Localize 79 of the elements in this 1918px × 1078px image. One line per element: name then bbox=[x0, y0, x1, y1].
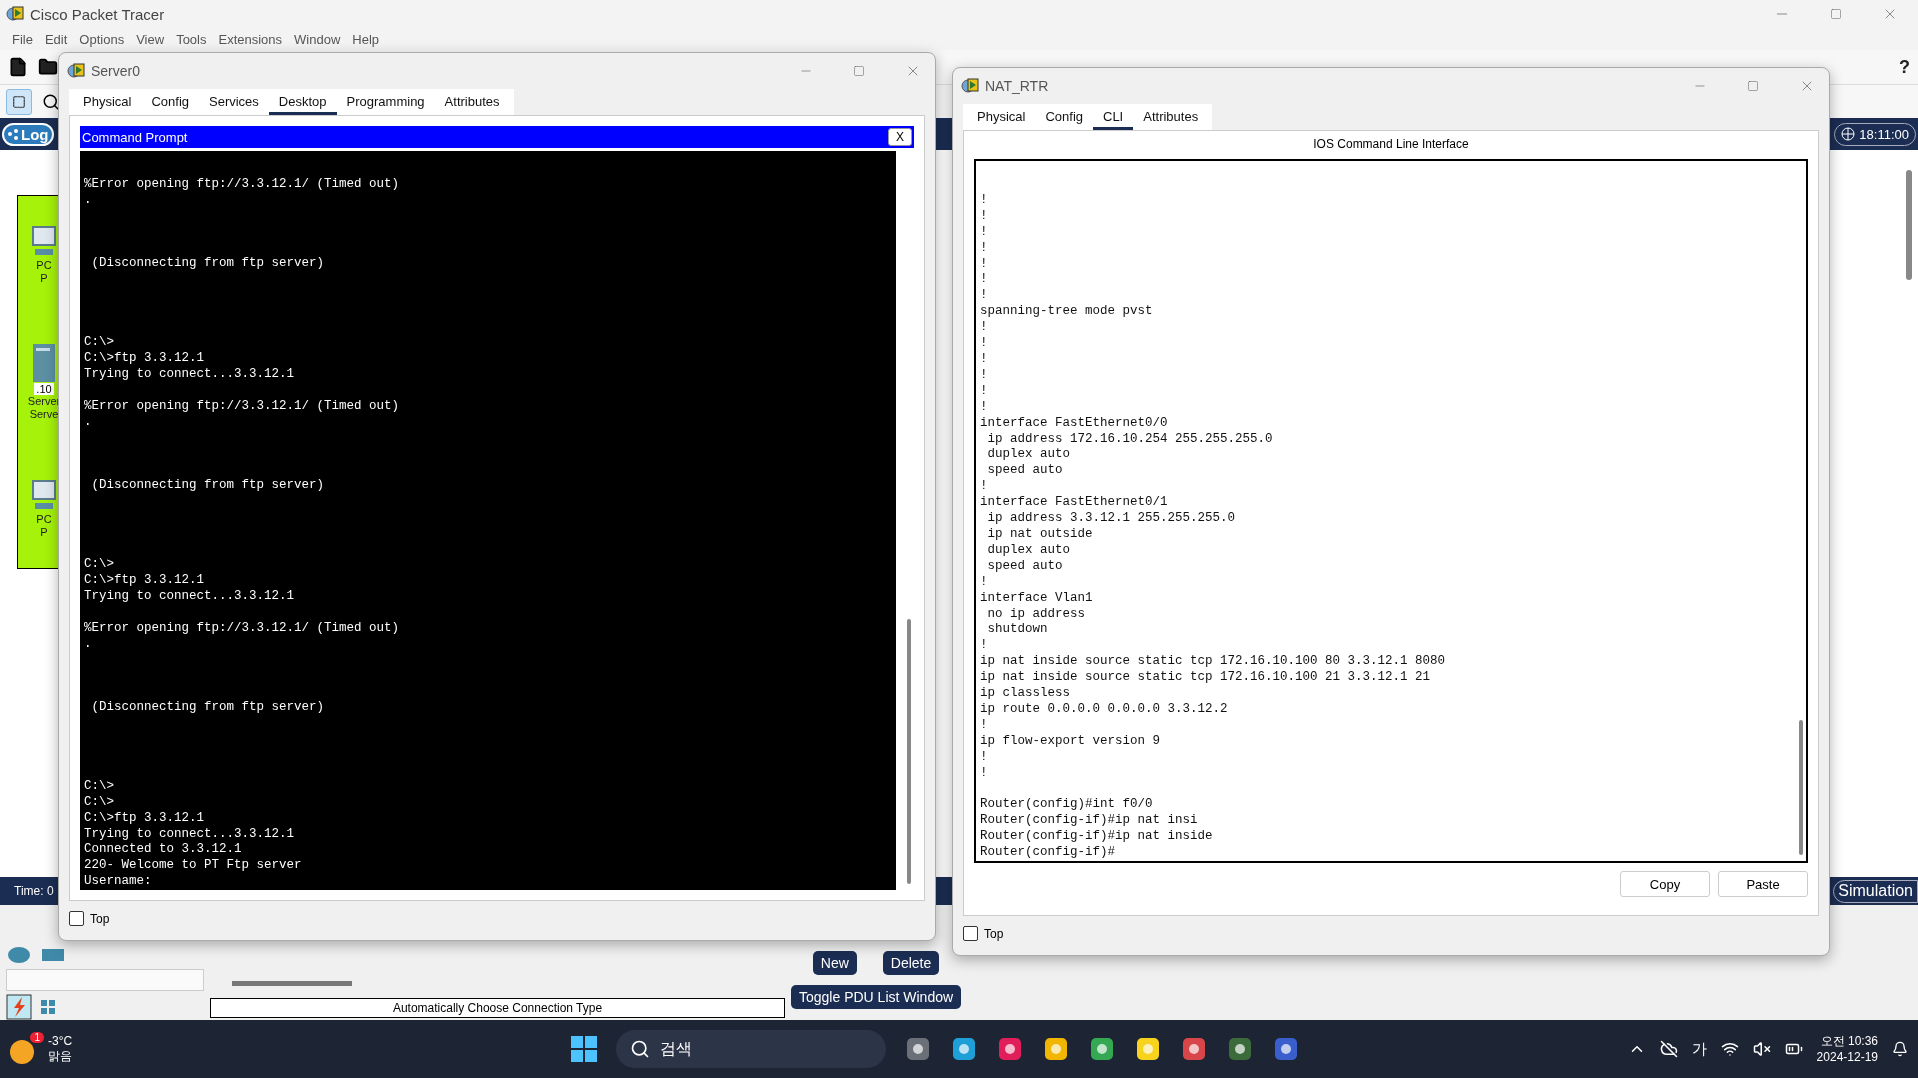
device-label: P bbox=[40, 526, 48, 539]
app-logo-icon bbox=[961, 77, 979, 95]
lightning-icon[interactable] bbox=[6, 994, 32, 1020]
input-method-indicator[interactable]: 가 bbox=[1691, 1039, 1707, 1059]
window-title: NAT_RTR bbox=[985, 78, 1049, 94]
muted-speaker-icon[interactable] bbox=[1752, 1040, 1771, 1058]
notification-bell-icon[interactable] bbox=[1892, 1041, 1908, 1057]
device-label: Server bbox=[27, 395, 61, 408]
toggle-pdu-button[interactable]: Toggle PDU List Window bbox=[791, 985, 962, 1009]
open-folder-icon[interactable] bbox=[38, 57, 58, 77]
select-tool-button[interactable] bbox=[6, 88, 32, 115]
menu-item[interactable]: File bbox=[6, 31, 39, 47]
help-button[interactable]: ? bbox=[1899, 56, 1910, 78]
app-icon[interactable] bbox=[1272, 1035, 1300, 1063]
search-icon bbox=[630, 1039, 650, 1059]
checkbox-label: Top bbox=[984, 926, 1004, 941]
window-title: Server0 bbox=[91, 63, 141, 79]
paste-button[interactable]: Paste bbox=[1718, 871, 1808, 897]
tab[interactable]: Physical bbox=[73, 89, 142, 115]
weather-icon[interactable] bbox=[10, 1040, 34, 1064]
cli-output: ! ! ! ! ! ! ! spanning-tree mode pvst ! ! ! ! ! ! interface FastEthernet0/0 ip address 172.16.10.254 255.255.255.0 duplex auto speed auto ! interface FastEthernet0/1 ip address 3.3.12.1 255.255.255.0 ip nat outside duplex auto speed auto ! interface Vlan1 no ip address shutdown ! ip nat inside source static tcp 172.16.10.100 80 3.3.12.1 8080 ip nat inside source static tcp 172.16.10.100 21 3.3.12.1 21 ip classless ip route 0.0.0.0 0.0.0.0 3.3.12.2 ! ip flow-export version 9 ! ! Router(config)#int f0/0 Router(config-if)#ip nat insi Router(config-if)#ip nat inside Router(config-if)# bbox=[979, 191, 1447, 861]
selection-icon bbox=[12, 94, 26, 109]
device-label: PC bbox=[36, 259, 52, 272]
panel-heading: IOS Command Line Interface bbox=[1312, 137, 1470, 151]
address-tag: .10 bbox=[34, 383, 54, 395]
top-checkbox[interactable] bbox=[963, 926, 978, 941]
scrollbar-thumb[interactable] bbox=[1906, 170, 1912, 280]
menu-item[interactable]: Edit bbox=[38, 31, 74, 47]
tab[interactable]: Attributes bbox=[434, 89, 510, 115]
device-label: Serve bbox=[29, 408, 59, 421]
device-label: P bbox=[40, 272, 48, 285]
app-logo-icon bbox=[67, 62, 85, 80]
globe-icon bbox=[1841, 127, 1856, 141]
top-checkbox[interactable] bbox=[69, 911, 84, 926]
tab[interactable]: Services bbox=[199, 89, 269, 115]
router-category-icon[interactable] bbox=[6, 944, 32, 966]
nodes-icon bbox=[7, 128, 19, 140]
delete-button[interactable]: Delete bbox=[882, 951, 940, 975]
close-button[interactable]: X bbox=[888, 128, 912, 146]
new-file-icon[interactable] bbox=[8, 57, 28, 77]
checkbox-label: Top bbox=[90, 911, 110, 926]
menu-item[interactable]: Help bbox=[346, 31, 386, 47]
search-field[interactable]: 검색 bbox=[616, 1030, 886, 1068]
clock-date[interactable]: 2024-12-19 bbox=[1816, 1049, 1878, 1065]
scrollbar-thumb[interactable] bbox=[1799, 720, 1803, 855]
connection-type-label: Automatically Choose Connection Type bbox=[210, 998, 785, 1018]
device-filter-field[interactable] bbox=[6, 969, 204, 991]
menu-item[interactable]: Options bbox=[73, 31, 131, 47]
notification-badge: 1 bbox=[30, 1032, 44, 1043]
clock-time[interactable]: 오전 10:36 bbox=[1820, 1033, 1878, 1049]
cloud-off-icon[interactable] bbox=[1659, 1040, 1678, 1058]
wifi-icon[interactable] bbox=[1720, 1040, 1739, 1058]
tab[interactable]: Physical bbox=[967, 104, 1036, 130]
search-icon[interactable] bbox=[42, 92, 60, 111]
weather-condition: 맑음 bbox=[48, 1049, 73, 1064]
scrollbar-thumb[interactable] bbox=[232, 981, 352, 986]
copy-button[interactable]: Copy bbox=[1620, 871, 1710, 897]
tab[interactable]: Programming bbox=[336, 89, 435, 115]
tab[interactable]: Attributes bbox=[1133, 104, 1209, 130]
menu-item[interactable]: Extensions bbox=[212, 31, 289, 47]
terminal-output: %Error opening ftp://3.3.12.1/ (Timed out) . (Disconnecting from ftp server) C:\> C:\>ftp 3.3.12.1 Trying to connect...3.3.12.1 %Error opening ftp://3.3.12.1/ (Timed out) . (Disconnecting from ftp server) C:\> C:\>ftp 3.3.12.1 Trying to connect...3.3.12.1 %Error opening ftp://3.3.12.1/ (Timed out) . (Disconnecting from ftp server) C:\> C:\> C:\>ftp 3.3.12.1 Trying to connect...3.3.12.1 Connected to 3.3.12.1 220- Welcome to PT Ftp server Username: bbox=[80, 151, 896, 890]
new-button[interactable]: New bbox=[812, 951, 857, 975]
time-label: Time: 0 bbox=[14, 884, 54, 898]
app-logo-icon bbox=[6, 5, 24, 23]
app-title: Cisco Packet Tracer bbox=[30, 5, 165, 23]
simulation-mode-button[interactable]: Simulation bbox=[1833, 879, 1918, 903]
menu-item[interactable]: Tools bbox=[170, 31, 213, 47]
logical-tab[interactable]: Log bbox=[2, 122, 54, 146]
tab[interactable]: Config bbox=[1035, 104, 1093, 130]
server-icon bbox=[30, 343, 58, 383]
grid-icon[interactable] bbox=[40, 999, 56, 1015]
menu-item[interactable]: Window bbox=[288, 31, 347, 47]
scrollbar-thumb[interactable] bbox=[907, 619, 911, 884]
start-icon[interactable] bbox=[570, 1035, 598, 1063]
temperature-text: -3°C bbox=[48, 1034, 73, 1049]
command-prompt-title: Command Prompt bbox=[82, 129, 189, 145]
device-label: PC bbox=[36, 513, 52, 526]
tab[interactable]: Config bbox=[141, 89, 199, 115]
menu-item[interactable]: View bbox=[130, 31, 171, 47]
